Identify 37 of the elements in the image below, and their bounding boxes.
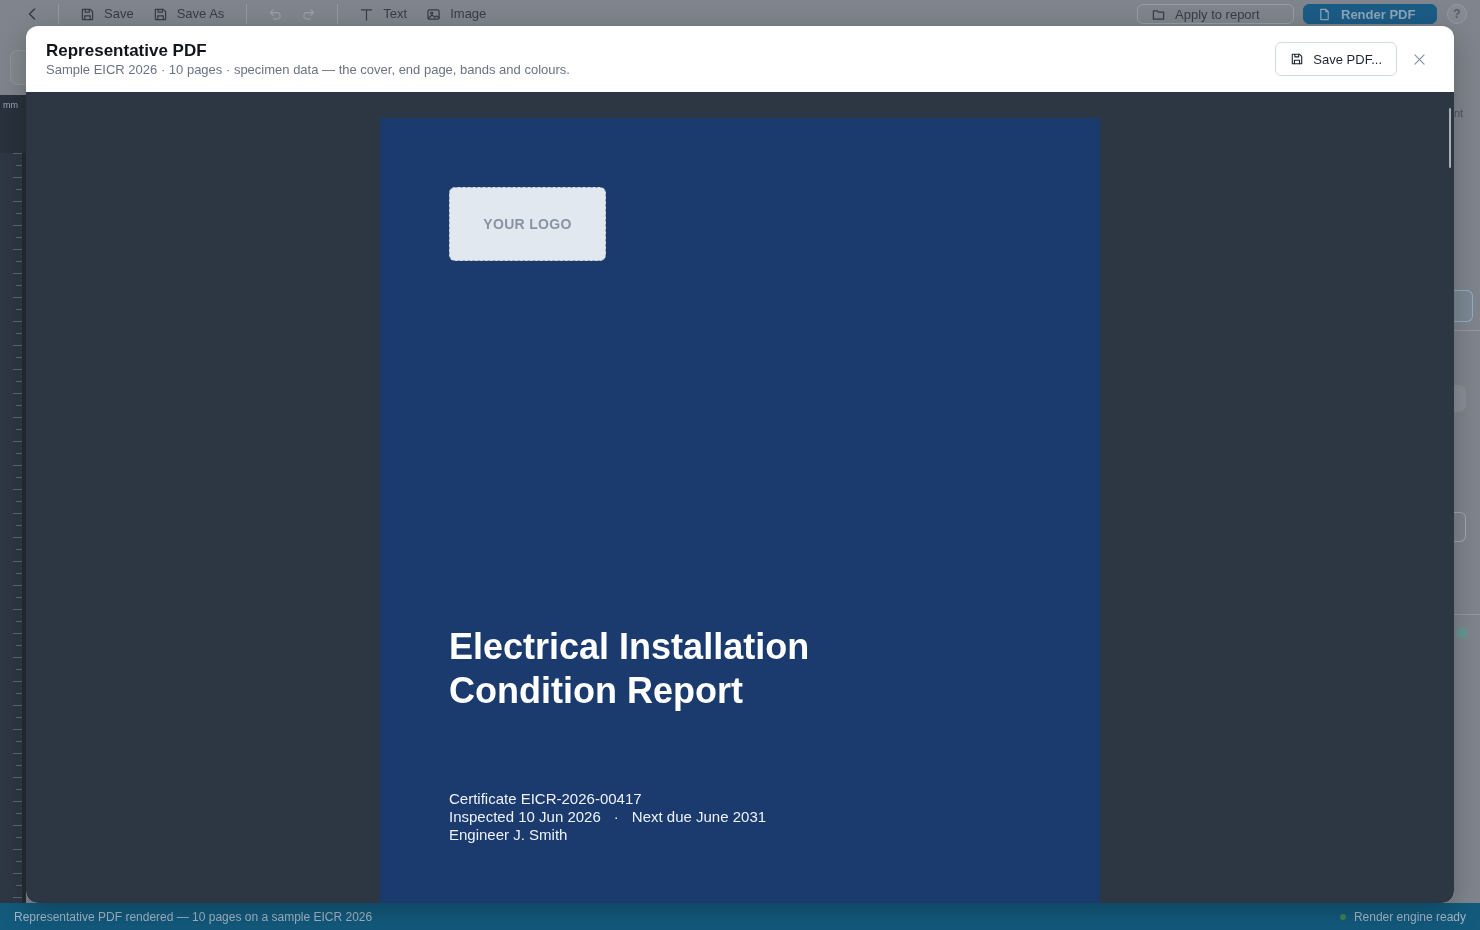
scrollbar-thumb[interactable] [1449,108,1451,168]
dot-icon [1456,627,1468,639]
cover-detail-text: Inspected 10 Jun 2026 [449,808,601,826]
floppy-disk-icon [1291,53,1304,65]
image-tool-button[interactable]: Image [417,4,497,24]
input-field[interactable] [1454,290,1473,322]
chevron-left-icon [28,8,36,20]
close-button[interactable] [1412,52,1426,66]
save-button[interactable]: Save [71,4,144,24]
floppy-disk-icon [81,7,94,21]
text-tool-button[interactable]: Text [350,4,418,24]
floppy-disk-icon [153,7,167,21]
apply-to-report-button[interactable]: Apply to report [1137,4,1294,24]
cover-title: Electrical Installation Condition Report [449,625,811,713]
dialog-subtitle: Sample EICR 2026 · 10 pages · specimen data — the cover, end page, bands and colours. [46,61,571,78]
close-icon [1413,53,1425,65]
save-pdf-button[interactable]: Save PDF... [1275,42,1397,76]
image-icon [427,7,441,21]
cover-detail-text: Engineer J. Smith [449,826,568,844]
save-as-button[interactable]: Save As [143,4,235,24]
redo-icon [302,7,316,21]
help-button[interactable]: ? [1447,4,1467,24]
cover-detail-text: Certificate EICR-2026-00417 [449,790,642,808]
logo-placeholder-field: YOUR LOGO [449,187,606,261]
undo-icon [269,7,283,21]
status-message: Representative PDF rendered — 10 pages on a sample EICR 2026 [14,909,373,924]
document-icon [1318,7,1331,21]
status-dot-icon [1339,913,1346,920]
engine-status-text: Render engine ready [1353,909,1466,924]
dialog-title: Representative PDF [46,40,208,61]
separator-dot: · [613,808,619,826]
text-icon [360,7,374,21]
ruler-unit-label: mm [3,100,19,111]
render-pdf-button[interactable]: Render PDF [1303,4,1437,24]
option-chip[interactable] [1454,385,1466,412]
folder-icon [1152,7,1165,21]
cover-detail-text: Next due June 2031 [631,808,767,826]
